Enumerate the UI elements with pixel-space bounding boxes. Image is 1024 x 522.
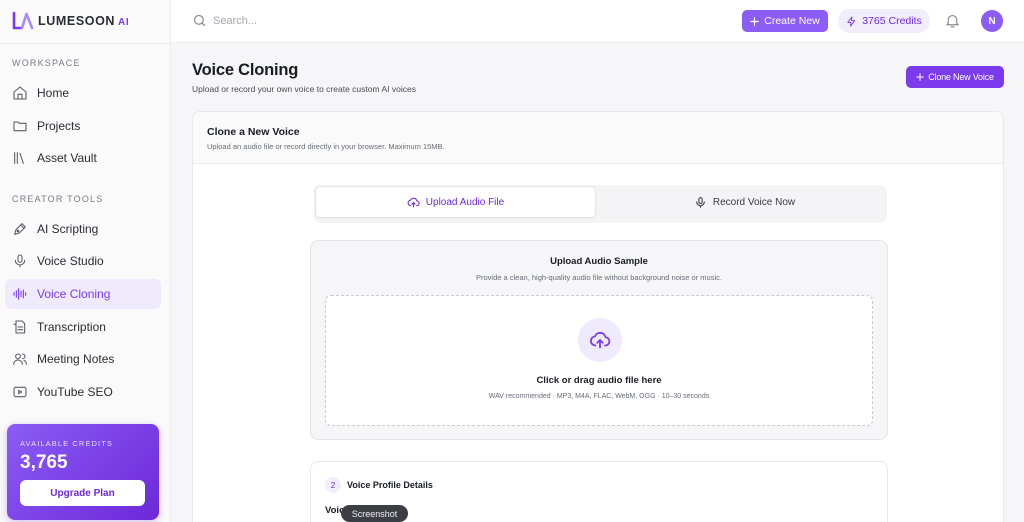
- credits-card: AVAILABLE CREDITS 3,765 Upgrade Plan: [7, 424, 159, 520]
- sidebar-item-label: YouTube SEO: [37, 385, 113, 399]
- search-icon: [193, 14, 206, 27]
- create-new-button[interactable]: Create New: [742, 10, 828, 32]
- sidebar-item-label: Meeting Notes: [37, 352, 115, 366]
- pen-icon: [14, 223, 26, 235]
- sidebar-item-label: Projects: [37, 119, 81, 133]
- step-badge: 2: [325, 477, 341, 493]
- cloud-upload-icon: [589, 331, 611, 349]
- audio-lines-icon: [13, 288, 27, 300]
- upload-title: Upload Audio Sample: [550, 256, 648, 267]
- brand-logo[interactable]: LUMESOON AI: [12, 10, 129, 32]
- upload-subtitle: Provide a clean, high-quality audio file…: [476, 273, 722, 282]
- tab-upload-audio-file[interactable]: Upload Audio File: [315, 186, 596, 218]
- sidebar-item-asset-vault[interactable]: Asset Vault: [5, 143, 161, 173]
- avatar[interactable]: N: [981, 10, 1003, 32]
- tab-label: Upload Audio File: [425, 196, 505, 208]
- brand-name: LUMESOON AI: [38, 14, 130, 28]
- sidebar: LUMESOON AI WORKSPACE Home Projects Asset…: [0, 0, 171, 522]
- sidebar-item-label: AI Scripting: [37, 222, 99, 236]
- clone-new-voice-button[interactable]: Clone New Voice: [906, 66, 1004, 88]
- sidebar-item-label: Asset Vault: [37, 151, 97, 165]
- search-input[interactable]: [213, 12, 413, 30]
- library-icon: [14, 152, 24, 164]
- topbar: Create New 3765 Credits N: [171, 0, 1024, 43]
- bell-icon[interactable]: [944, 12, 961, 29]
- cloud-upload-icon: [407, 197, 420, 207]
- dropzone-hint: WAV recommended · MP3, M4A, FLAC, WebM, …: [488, 393, 710, 400]
- sidebar-item-projects[interactable]: Projects: [5, 111, 161, 141]
- credits-value: 3,765: [20, 452, 68, 473]
- zap-icon: [847, 15, 856, 27]
- upload-icon-circle: [578, 318, 622, 362]
- users-icon: [13, 353, 27, 365]
- home-icon: [13, 86, 27, 100]
- tab-label: Record Voice Now: [712, 196, 796, 208]
- sidebar-divider: [0, 43, 170, 44]
- screenshot-tooltip: Screenshot: [341, 505, 408, 522]
- profile-title: Voice Profile Details: [347, 480, 433, 490]
- folder-icon: [13, 121, 27, 132]
- youtube-icon: [13, 386, 27, 398]
- sidebar-item-transcription[interactable]: Transcription: [5, 312, 161, 342]
- page-subtitle: Upload or record your own voice to creat…: [192, 84, 416, 94]
- logo-icon: [12, 11, 34, 30]
- create-new-label: Create New: [764, 15, 820, 27]
- sidebar-item-label: Voice Cloning: [37, 287, 111, 301]
- sidebar-item-ai-scripting[interactable]: AI Scripting: [5, 214, 161, 244]
- sidebar-item-label: Transcription: [37, 320, 106, 334]
- clone-new-voice-label: Clone New Voice: [928, 72, 994, 82]
- credits-badge[interactable]: 3765 Credits: [838, 9, 930, 33]
- sidebar-item-youtube-seo[interactable]: YouTube SEO: [5, 377, 161, 407]
- clone-voice-card: Clone a New Voice Upload an audio file o…: [192, 111, 1004, 522]
- sidebar-item-label: Voice Studio: [37, 254, 104, 268]
- sidebar-item-meeting-notes[interactable]: Meeting Notes: [5, 344, 161, 374]
- credits-label: AVAILABLE CREDITS: [20, 439, 114, 448]
- sidebar-item-voice-studio[interactable]: Voice Studio: [5, 246, 161, 276]
- tab-record-voice-now[interactable]: Record Voice Now: [604, 186, 885, 218]
- plus-icon: [750, 16, 760, 26]
- card-subtitle: Upload an audio file or record directly …: [207, 142, 445, 151]
- credits-badge-label: 3765 Credits: [862, 15, 922, 27]
- section-label-creator-tools: CREATOR TOOLS: [12, 194, 104, 204]
- mic-icon: [696, 196, 705, 208]
- sidebar-item-home[interactable]: Home: [5, 78, 161, 108]
- plus-icon: [916, 73, 925, 81]
- page-title: Voice Cloning: [192, 61, 299, 79]
- document-icon: [13, 320, 26, 334]
- sidebar-item-label: Home: [37, 86, 70, 100]
- card-title: Clone a New Voice: [207, 126, 300, 138]
- audio-dropzone[interactable]: Click or drag audio file here WAV recomm…: [325, 295, 873, 426]
- card-header: Clone a New Voice Upload an audio file o…: [193, 112, 1003, 164]
- upload-audio-panel: Upload Audio Sample Provide a clean, hig…: [310, 240, 888, 440]
- sidebar-item-voice-cloning[interactable]: Voice Cloning: [5, 279, 161, 309]
- dropzone-title: Click or drag audio file here: [536, 375, 662, 386]
- upgrade-plan-button[interactable]: Upgrade Plan: [20, 480, 145, 506]
- section-label-workspace: WORKSPACE: [12, 58, 81, 68]
- input-mode-tabs: Upload Audio File Record Voice Now: [314, 185, 887, 223]
- mic-icon: [14, 254, 26, 268]
